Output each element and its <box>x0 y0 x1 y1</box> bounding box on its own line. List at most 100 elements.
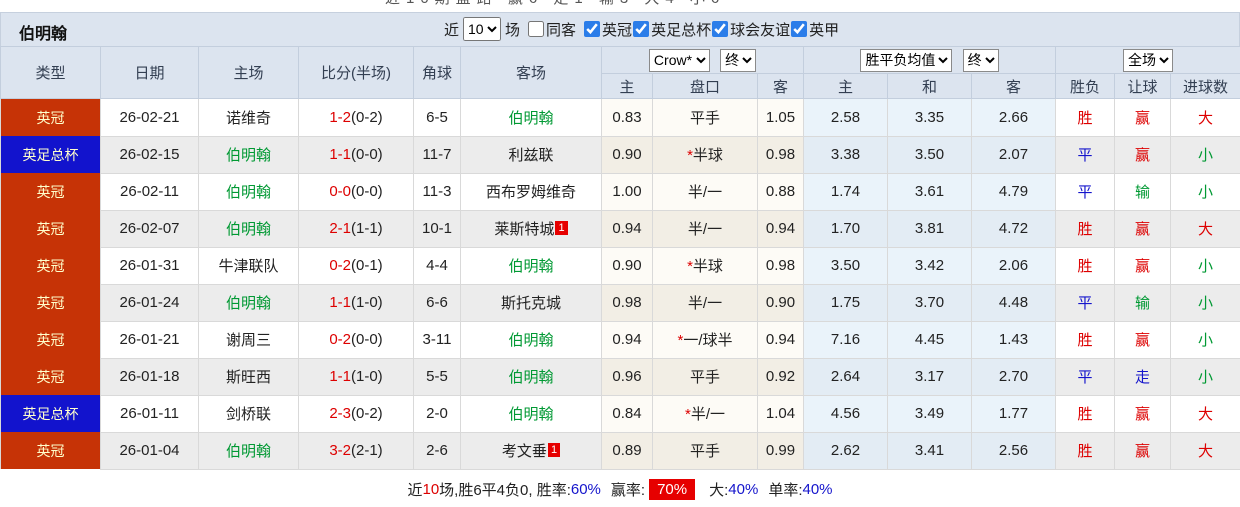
league-badge: 英冠 <box>0 98 101 136</box>
result-wdl: 平 <box>1055 172 1116 211</box>
odds-source-select[interactable]: Crow* <box>648 48 710 72</box>
result-wdl: 胜 <box>1055 394 1116 433</box>
result-goals: 大 <box>1170 209 1240 248</box>
sub-header-goals: 进球数 <box>1170 73 1240 99</box>
corners: 5-5 <box>413 357 461 396</box>
home-team: 斯旺西 <box>198 357 299 396</box>
score-cell: 0-2(0-0) <box>298 320 414 359</box>
match-count-select[interactable]: 10 <box>463 17 502 41</box>
odds-away: 0.99 <box>756 431 805 470</box>
clipped-text: 近10期盘路 赢6 走1 输3 大4 小6 <box>385 0 725 8</box>
league-checkbox-yingjia[interactable] <box>791 21 808 37</box>
match-date: 26-02-21 <box>100 98 199 137</box>
result-goals: 大 <box>1170 431 1240 470</box>
league-checkbox-facup[interactable] <box>633 21 650 37</box>
sub-header-avg-draw: 和 <box>887 73 973 99</box>
fulltime-score: 0-0 <box>329 183 351 200</box>
odds-away: 0.90 <box>756 283 805 322</box>
avg-away: 4.72 <box>971 209 1057 248</box>
away-team: 伯明翰 <box>460 246 602 285</box>
match-history-panel: 近10期盘路 赢6 走1 输3 大4 小6 伯明翰 近 10 场 同客 英冠 英… <box>0 0 1240 507</box>
halftime-score: (0-1) <box>351 257 383 274</box>
handicap: *半球 <box>652 135 758 174</box>
fulltime-score: 2-1 <box>329 220 351 237</box>
avg-away: 2.06 <box>971 246 1057 285</box>
same-opponent-checkbox[interactable] <box>528 21 545 37</box>
avg-draw: 3.41 <box>887 431 973 470</box>
league-badge: 英冠 <box>0 210 101 247</box>
league-checkbox-friendly[interactable] <box>712 21 729 37</box>
corners: 6-5 <box>413 98 461 137</box>
halftime-score: (1-0) <box>351 294 383 311</box>
handicap-text: 半/一 <box>690 406 725 423</box>
team-title: 伯明翰 <box>19 26 68 43</box>
corners: 10-1 <box>413 209 461 248</box>
table-row: 英冠 26-01-24 伯明翰 1-1(1-0) 6-6 斯托克城 0.98 半… <box>0 283 1240 322</box>
avg-home: 2.64 <box>803 357 889 396</box>
odds-time-select[interactable]: 终 <box>720 48 757 72</box>
league-checkbox-yingguan[interactable] <box>584 21 601 37</box>
odds-away: 0.92 <box>756 357 805 396</box>
avg-away: 1.77 <box>971 394 1057 433</box>
away-team: 西布罗姆维奇 <box>460 172 602 211</box>
avg-draw: 3.50 <box>887 135 973 174</box>
result-wdl: 平 <box>1055 283 1116 322</box>
avg-away: 4.79 <box>971 172 1057 211</box>
halftime-score: (0-0) <box>351 146 383 163</box>
handicap: *半/一 <box>652 394 758 433</box>
sub-header-result: 胜负 <box>1055 73 1116 99</box>
table-row: 英冠 26-01-21 谢周三 0-2(0-0) 3-11 伯明翰 0.94 *… <box>0 320 1240 359</box>
avg-home: 3.50 <box>803 246 889 285</box>
match-date: 26-01-18 <box>100 357 199 396</box>
result-handicap: 赢 <box>1114 394 1172 433</box>
league-badge: 英冠 <box>0 173 101 210</box>
halftime-score: (0-0) <box>351 331 383 348</box>
away-team-name: 利兹联 <box>508 147 554 164</box>
halftime-score: (1-1) <box>351 220 383 237</box>
handicap-text: 半球 <box>692 147 723 164</box>
col-header-score: 比分(半场) <box>298 46 414 99</box>
odd-label: 单率: <box>768 481 803 499</box>
result-handicap: 赢 <box>1114 135 1172 174</box>
odds-away: 0.88 <box>756 172 805 211</box>
summary-bar: 近 10 场,胜6平4负0, 胜率: 60% 赢率: 70% 大: 40% 单率: 40% <box>0 470 1240 507</box>
fulltime-score: 0-2 <box>329 257 351 274</box>
handicap-text: 半球 <box>692 258 723 275</box>
sub-header-let: 让球 <box>1114 73 1172 99</box>
score-cell: 0-2(0-1) <box>298 246 414 285</box>
recent-label: 近 <box>444 21 460 39</box>
avg-draw: 3.49 <box>887 394 973 433</box>
odds-home: 0.83 <box>601 98 653 137</box>
away-team: 伯明翰 <box>460 394 602 433</box>
odds-away: 0.98 <box>756 135 805 174</box>
handicap: 平手 <box>652 357 758 396</box>
avg-draw: 3.81 <box>887 209 973 248</box>
result-handicap: 赢 <box>1114 209 1172 248</box>
sub-header-avg-away: 客 <box>971 73 1057 99</box>
odds-home: 0.90 <box>601 135 653 174</box>
fulltime-score: 0-2 <box>329 331 351 348</box>
odds-home: 0.84 <box>601 394 653 433</box>
league-badge: 英冠 <box>0 432 101 469</box>
over-rate: 40% <box>728 480 759 498</box>
sub-header-odds-home: 主 <box>601 73 653 99</box>
handicap: 平手 <box>652 98 758 137</box>
sub-header-avg-home: 主 <box>803 73 889 99</box>
away-team-name: 西布罗姆维奇 <box>485 184 576 201</box>
home-team: 伯明翰 <box>198 431 299 470</box>
avg-time-select[interactable]: 终 <box>962 48 999 72</box>
avg-home: 2.62 <box>803 431 889 470</box>
avg-type-select[interactable]: 胜平负均值 <box>860 48 953 72</box>
table-row: 英冠 26-01-04 伯明翰 3-2(2-1) 2-6 考文垂 1 0.89 平… <box>0 431 1240 470</box>
avg-home: 3.38 <box>803 135 889 174</box>
halftime-score: (0-0) <box>351 183 383 200</box>
home-team: 伯明翰 <box>198 209 299 248</box>
fulltime-score: 3-2 <box>329 442 351 459</box>
league-badge: 英冠 <box>0 321 101 358</box>
match-date: 26-01-04 <box>100 431 199 470</box>
match-date: 26-01-11 <box>100 394 199 433</box>
result-wdl: 胜 <box>1055 98 1116 137</box>
scope-select[interactable]: 全场 <box>1123 48 1174 72</box>
table-row: 英冠 26-02-07 伯明翰 2-1(1-1) 10-1 莱斯特城 1 0.94… <box>0 209 1240 248</box>
halftime-score: (0-2) <box>351 405 383 422</box>
